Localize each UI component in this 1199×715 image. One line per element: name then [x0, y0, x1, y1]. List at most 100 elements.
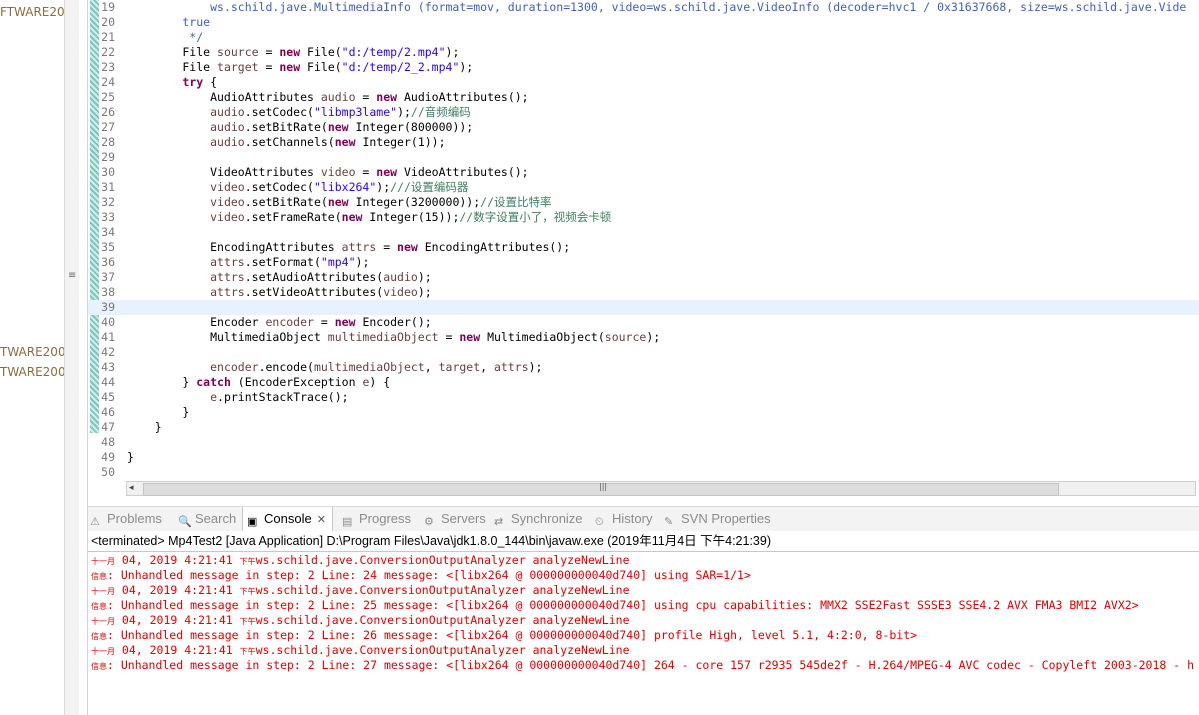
- code-text: */: [127, 30, 204, 44]
- line-number: 48: [101, 435, 115, 449]
- tab-progress[interactable]: ▤ Progress: [342, 507, 411, 531]
- code-text: attrs.setAudioAttributes(audio);: [210, 270, 432, 284]
- code-line[interactable]: 38 attrs.setVideoAttributes(video);: [88, 285, 1199, 300]
- line-number: 34: [101, 225, 115, 239]
- code-line[interactable]: 22 File source = new File("d:/temp/2.mp4…: [88, 45, 1199, 60]
- console-line: 信息: Unhandled message in step: 2 Line: 2…: [91, 598, 1139, 612]
- code-line[interactable]: 36 attrs.setFormat("mp4");: [88, 255, 1199, 270]
- console-line: 十一月 04, 2019 4:21:41 下午ws.schild.jave.Co…: [91, 553, 630, 567]
- code-line[interactable]: 29: [88, 150, 1199, 165]
- code-text: video.setCodec("libx264");///设置编码器: [210, 180, 469, 194]
- tab-history[interactable]: ⏲ History: [595, 507, 652, 531]
- sash-grip-icon[interactable]: ≡: [68, 270, 76, 281]
- tab-label: Servers: [441, 511, 486, 526]
- code-line[interactable]: 48: [88, 435, 1199, 450]
- code-line[interactable]: 32 video.setBitRate(new Integer(3200000)…: [88, 195, 1199, 210]
- line-number: 24: [101, 75, 115, 89]
- line-number: 39: [101, 300, 115, 314]
- code-line[interactable]: 42: [88, 345, 1199, 360]
- code-line[interactable]: 21 */: [88, 30, 1199, 45]
- line-number: 25: [101, 90, 115, 104]
- code-line[interactable]: 49}: [88, 450, 1199, 465]
- left-panel-scrollbar[interactable]: ≡: [64, 0, 80, 715]
- code-line[interactable]: 20 true: [88, 15, 1199, 30]
- scrollbar-thumb[interactable]: |||: [143, 482, 1059, 496]
- code-text: video.setFrameRate(new Integer(15));//数字…: [210, 210, 612, 224]
- code-line[interactable]: 46 }: [88, 405, 1199, 420]
- code-line[interactable]: 31 video.setCodec("libx264");///设置编码器: [88, 180, 1199, 195]
- code-line[interactable]: 24 try {: [88, 75, 1199, 90]
- code-text: try {: [182, 75, 218, 89]
- code-text: File target = new File("d:/temp/2_2.mp4"…: [127, 60, 474, 74]
- line-number: 33: [101, 210, 115, 224]
- code-line[interactable]: 25 AudioAttributes audio = new AudioAttr…: [88, 90, 1199, 105]
- line-number: 38: [101, 285, 115, 299]
- code-line[interactable]: 39: [88, 300, 1199, 315]
- editor-horizontal-scrollbar[interactable]: ◂ |||: [126, 481, 1196, 496]
- console-divider: [88, 551, 1199, 552]
- code-line[interactable]: 40 Encoder encoder = new Encoder();: [88, 315, 1199, 330]
- code-line[interactable]: 47 }: [88, 420, 1199, 435]
- code-line[interactable]: 44 } catch (EncoderException e) {: [88, 375, 1199, 390]
- tab-console[interactable]: ▣ Console ✕: [242, 507, 333, 532]
- line-number: 47: [101, 420, 115, 434]
- line-number: 49: [101, 450, 115, 464]
- code-line[interactable]: 28 audio.setChannels(new Integer(1));: [88, 135, 1199, 150]
- line-number: 45: [101, 390, 115, 404]
- code-line[interactable]: 30 VideoAttributes video = new VideoAttr…: [88, 165, 1199, 180]
- console-line: 十一月 04, 2019 4:21:41 下午ws.schild.jave.Co…: [91, 643, 630, 657]
- line-number: 27: [101, 120, 115, 134]
- code-line[interactable]: 41 MultimediaObject multimediaObject = n…: [88, 330, 1199, 345]
- close-icon[interactable]: ✕: [317, 514, 326, 526]
- console-line: 信息: Unhandled message in step: 2 Line: 2…: [91, 568, 751, 582]
- console-view[interactable]: <terminated> Mp4Test2 [Java Application]…: [88, 531, 1199, 715]
- progress-icon: ▤: [342, 516, 353, 528]
- code-line[interactable]: 33 video.setFrameRate(new Integer(15));/…: [88, 210, 1199, 225]
- code-line[interactable]: 50: [88, 465, 1199, 480]
- console-icon: ▣: [247, 516, 258, 528]
- line-number: 43: [101, 360, 115, 374]
- tab-problems[interactable]: ⚠ Problems: [90, 507, 162, 531]
- tab-search[interactable]: 🔍 Search: [178, 507, 236, 531]
- line-number: 26: [101, 105, 115, 119]
- code-line[interactable]: 26 audio.setCodec("libmp3lame");//音频编码: [88, 105, 1199, 120]
- tab-svn-properties[interactable]: ✎ SVN Properties: [664, 507, 771, 531]
- code-text: }: [127, 450, 134, 464]
- console-line: 十一月 04, 2019 4:21:41 下午ws.schild.jave.Co…: [91, 613, 630, 627]
- scroll-left-arrow-icon[interactable]: ◂: [129, 482, 134, 495]
- code-line[interactable]: 19 ws.schild.jave.MultimediaInfo (format…: [88, 0, 1199, 15]
- thumb-grip-icon: |||: [599, 482, 608, 491]
- tab-servers[interactable]: ⚙ Servers: [424, 507, 486, 531]
- line-number: 31: [101, 180, 115, 194]
- tab-label: Progress: [359, 511, 412, 526]
- line-number: 41: [101, 330, 115, 344]
- line-number: 44: [101, 375, 115, 389]
- views-tab-bar: ⚠ Problems 🔍 Search ▣ Console ✕ ▤ Progress ⚙ Serve…: [88, 506, 1199, 532]
- code-line[interactable]: 34: [88, 225, 1199, 240]
- code-text: attrs.setVideoAttributes(video);: [210, 285, 432, 299]
- line-number: 50: [101, 465, 115, 479]
- line-number: 21: [101, 30, 115, 44]
- code-text: audio.setCodec("libmp3lame");//音频编码: [210, 105, 471, 119]
- code-editor[interactable]: 19 ws.schild.jave.MultimediaInfo (format…: [88, 0, 1199, 499]
- line-number: 28: [101, 135, 115, 149]
- code-line[interactable]: 23 File target = new File("d:/temp/2_2.m…: [88, 60, 1199, 75]
- code-text: audio.setChannels(new Integer(1));: [210, 135, 446, 149]
- problems-icon: ⚠: [90, 516, 100, 528]
- code-line[interactable]: 37 attrs.setAudioAttributes(audio);: [88, 270, 1199, 285]
- code-line[interactable]: 43 encoder.encode(multimediaObject, targ…: [88, 360, 1199, 375]
- code-line[interactable]: 27 audio.setBitRate(new Integer(800000))…: [88, 120, 1199, 135]
- code-line[interactable]: 35 EncodingAttributes attrs = new Encodi…: [88, 240, 1199, 255]
- code-text: attrs.setFormat("mp4");: [210, 255, 370, 269]
- tab-label: Synchronize: [511, 511, 583, 526]
- code-text: e.printStackTrace();: [210, 390, 349, 404]
- code-text: audio.setBitRate(new Integer(800000));: [210, 120, 474, 134]
- code-text: encoder.encode(multimediaObject, target,…: [210, 360, 543, 374]
- tab-synchronize[interactable]: ⇄ Synchronize: [494, 507, 583, 531]
- code-line[interactable]: 45 e.printStackTrace();: [88, 390, 1199, 405]
- console-process-header: <terminated> Mp4Test2 [Java Application]…: [91, 534, 771, 548]
- servers-icon: ⚙: [424, 516, 434, 528]
- code-text: EncodingAttributes attrs = new EncodingA…: [127, 240, 571, 254]
- console-line: 信息: Unhandled message in step: 2 Line: 2…: [91, 628, 918, 642]
- left-panel-label: FTWARE20: [0, 5, 64, 19]
